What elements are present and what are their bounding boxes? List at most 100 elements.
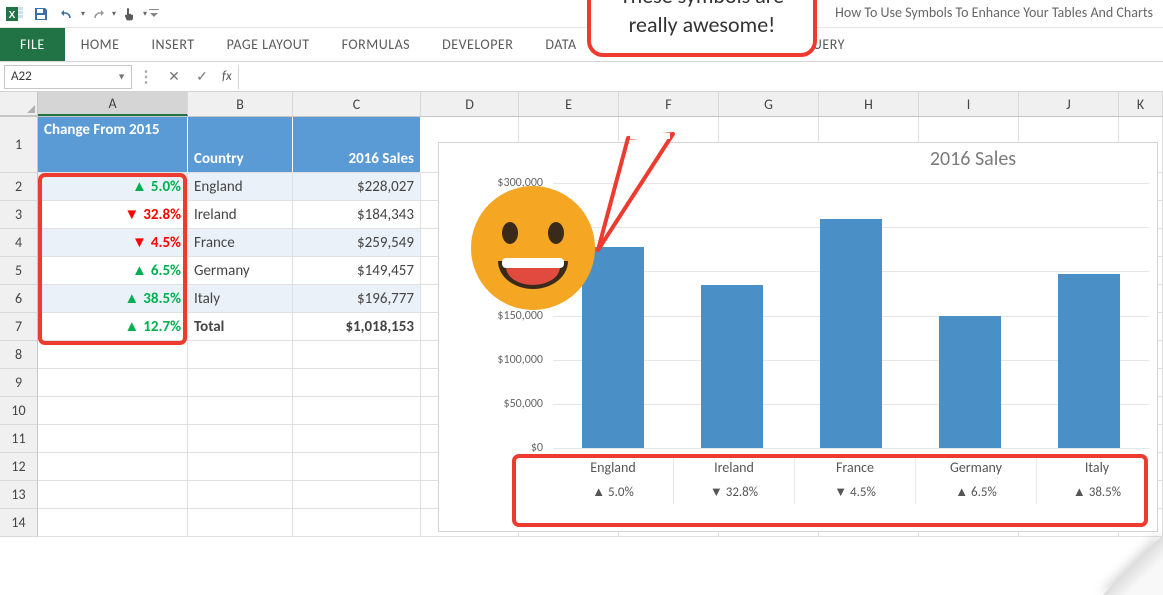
cell-change[interactable]: ▲5.0% [38, 173, 188, 201]
row-header-10[interactable]: 10 [0, 397, 38, 425]
column-header-h[interactable]: H [819, 92, 919, 116]
cell[interactable] [293, 509, 421, 537]
cell[interactable] [188, 397, 293, 425]
cell[interactable] [188, 369, 293, 397]
cell-country[interactable]: Germany [188, 257, 293, 285]
document-title: How To Use Symbols To Enhance Your Table… [835, 4, 1153, 21]
row-header-1[interactable]: 1 [0, 117, 38, 173]
triangle-down-icon: ▼ [124, 206, 139, 224]
cell[interactable] [38, 341, 188, 369]
cell-sales[interactable]: $196,777 [293, 285, 421, 313]
table-header-sales[interactable]: 2016 Sales [293, 117, 421, 173]
tab-file[interactable]: FILE [0, 28, 65, 61]
tab-page-layout[interactable]: PAGE LAYOUT [211, 28, 326, 61]
formula-input[interactable] [238, 65, 1159, 89]
save-icon[interactable] [28, 2, 54, 26]
touch-mode-button[interactable]: ▾ [116, 2, 147, 26]
tab-insert[interactable]: INSERT [136, 28, 211, 61]
column-header-c[interactable]: C [293, 92, 421, 116]
column-header-k[interactable]: K [1119, 92, 1163, 116]
touch-icon[interactable] [116, 2, 142, 26]
cell-country-total[interactable]: Total [188, 313, 293, 341]
tab-formulas[interactable]: FORMULAS [326, 28, 427, 61]
cell[interactable] [293, 425, 421, 453]
row-header-11[interactable]: 11 [0, 425, 38, 453]
redo-icon[interactable] [85, 2, 111, 26]
cell[interactable] [188, 481, 293, 509]
column-header-g[interactable]: G [719, 92, 819, 116]
cell[interactable] [293, 453, 421, 481]
row-header-9[interactable]: 9 [0, 369, 38, 397]
cell[interactable] [188, 509, 293, 537]
row-header-13[interactable]: 13 [0, 481, 38, 509]
column-header-f[interactable]: F [619, 92, 719, 116]
cell-sales[interactable]: $184,343 [293, 201, 421, 229]
chart-x-country: France [797, 459, 913, 476]
spreadsheet: A B C D E F G H I J K 1 2 3 4 5 6 7 8 9 … [0, 92, 1163, 537]
cell-change[interactable]: ▼4.5% [38, 229, 188, 257]
tab-home[interactable]: HOME [65, 28, 136, 61]
cell[interactable] [38, 481, 188, 509]
cell-country[interactable]: France [188, 229, 293, 257]
triangle-up-icon: ▲ [132, 178, 147, 196]
chart-x-country: Italy [1039, 459, 1155, 476]
cell[interactable] [188, 425, 293, 453]
row-header-14[interactable]: 14 [0, 509, 38, 537]
table-header-country[interactable]: Country [188, 117, 293, 173]
select-all-corner[interactable] [0, 92, 38, 116]
cell-country[interactable]: Italy [188, 285, 293, 313]
cell[interactable] [293, 369, 421, 397]
chart-x-change: ▼ 4.5% [797, 484, 913, 500]
row-header-2[interactable]: 2 [0, 173, 38, 201]
cell-country[interactable]: England [188, 173, 293, 201]
cell-change[interactable]: ▲6.5% [38, 257, 188, 285]
cell-change[interactable]: ▲38.5% [38, 285, 188, 313]
undo-icon[interactable] [54, 2, 80, 26]
row-header-8[interactable]: 8 [0, 341, 38, 369]
row-header-12[interactable]: 12 [0, 453, 38, 481]
cell[interactable] [38, 453, 188, 481]
cell[interactable] [38, 509, 188, 537]
name-box[interactable]: A22 ▼ [4, 65, 132, 89]
cell-change[interactable]: ▼32.8% [38, 201, 188, 229]
cell[interactable] [293, 397, 421, 425]
page-curl-decoration [1103, 535, 1163, 595]
chart-x-country: Ireland [676, 459, 792, 476]
tab-developer[interactable]: DEVELOPER [426, 28, 529, 61]
cell[interactable] [293, 341, 421, 369]
cell-country[interactable]: Ireland [188, 201, 293, 229]
redo-button[interactable]: ▾ [85, 2, 116, 26]
cell[interactable] [188, 453, 293, 481]
cell-sales-total[interactable]: $1,018,153 [293, 313, 421, 341]
row-header-7[interactable]: 7 [0, 313, 38, 341]
cell-sales[interactable]: $259,549 [293, 229, 421, 257]
fx-icon[interactable]: fx [216, 69, 238, 84]
cell[interactable] [188, 341, 293, 369]
cell-change-total[interactable]: ▲12.7% [38, 313, 188, 341]
cell-sales[interactable]: $228,027 [293, 173, 421, 201]
cell[interactable] [38, 369, 188, 397]
qat-customize-icon[interactable] [147, 2, 161, 26]
undo-button[interactable]: ▾ [54, 2, 85, 26]
cancel-formula-icon[interactable]: ✕ [160, 65, 188, 89]
tab-data[interactable]: DATA [529, 28, 592, 61]
cell-sales[interactable]: $149,457 [293, 257, 421, 285]
column-header-a[interactable]: A [38, 92, 188, 116]
row-header-6[interactable]: 6 [0, 285, 38, 313]
cell[interactable] [293, 481, 421, 509]
cell[interactable] [38, 425, 188, 453]
column-header-j[interactable]: J [1019, 92, 1119, 116]
column-header-b[interactable]: B [188, 92, 293, 116]
row-header-4[interactable]: 4 [0, 229, 38, 257]
column-header-i[interactable]: I [919, 92, 1019, 116]
row-header-5[interactable]: 5 [0, 257, 38, 285]
row-header-3[interactable]: 3 [0, 201, 38, 229]
chart-x-change: ▲ 38.5% [1039, 484, 1155, 500]
table-header-change[interactable]: Change From 2015 [38, 117, 188, 173]
column-header-d[interactable]: D [421, 92, 519, 116]
enter-formula-icon[interactable]: ✓ [188, 65, 216, 89]
cell[interactable] [38, 397, 188, 425]
chart-bar [939, 316, 1001, 448]
chevron-down-icon[interactable]: ▼ [117, 71, 126, 82]
column-header-e[interactable]: E [519, 92, 619, 116]
